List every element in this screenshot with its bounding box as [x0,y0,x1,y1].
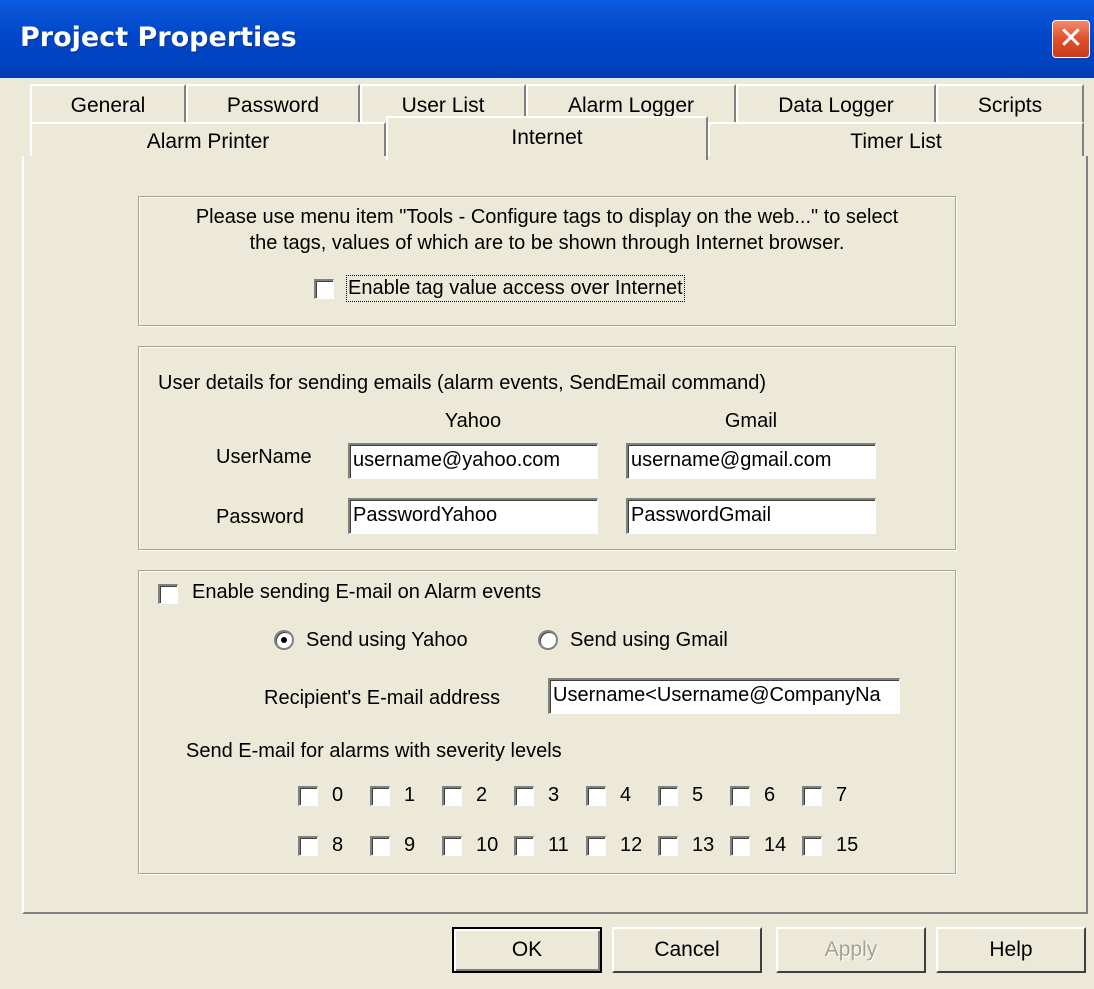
severity-0-label: 0 [332,784,344,806]
gmail-column-header: Gmail [724,410,778,432]
severity-8-label: 8 [332,834,344,856]
send-yahoo-radio[interactable] [274,630,294,650]
severity-3-checkbox[interactable] [514,786,534,806]
severity-13-label: 13 [692,834,715,856]
severity-2-label: 2 [476,784,488,806]
severity-2-checkbox[interactable] [442,786,462,806]
cancel-button[interactable]: Cancel [612,927,762,973]
severity-15-label: 15 [836,834,859,856]
severity-12-label: 12 [620,834,643,856]
recipient-label: Recipient's E-mail address [264,687,501,709]
severity-7-checkbox[interactable] [802,786,822,806]
severity-1-label: 1 [404,784,416,806]
apply-button[interactable]: Apply [776,927,926,973]
severity-9-label: 9 [404,834,416,856]
severity-7-label: 7 [836,784,848,806]
severity-6-label: 6 [764,784,776,806]
severity-9-checkbox[interactable] [370,836,390,856]
severity-6-checkbox[interactable] [730,786,750,806]
close-button[interactable]: ✕ [1052,20,1090,58]
severity-11-checkbox[interactable] [514,836,534,856]
severity-5-label: 5 [692,784,704,806]
tab-password[interactable]: Password [186,84,360,124]
severity-14-checkbox[interactable] [730,836,750,856]
severity-10-label: 10 [476,834,499,856]
gmail-password-input[interactable]: PasswordGmail [626,498,876,534]
severity-10-checkbox[interactable] [442,836,462,856]
send-gmail-label[interactable]: Send using Gmail [570,629,728,652]
send-yahoo-label[interactable]: Send using Yahoo [306,629,468,652]
yahoo-column-header: Yahoo [444,410,502,432]
alarm-email-group [138,570,956,874]
username-label: UserName [216,446,312,468]
yahoo-username-input[interactable]: username@yahoo.com [348,443,598,479]
severity-1-checkbox[interactable] [370,786,390,806]
ok-button[interactable]: OK [452,927,602,973]
severity-3-label: 3 [548,784,560,806]
tab-data-logger[interactable]: Data Logger [736,84,936,124]
severity-label: Send E-mail for alarms with severity lev… [186,740,562,762]
enable-alarm-email-checkbox[interactable] [158,584,178,604]
severity-11-label: 11 [548,834,569,856]
radio-selected-dot [281,637,287,643]
window-title: Project Properties [20,22,297,53]
recipient-input[interactable]: Username<Username@CompanyNa [548,678,900,714]
tab-scripts[interactable]: Scripts [936,84,1084,124]
tab-alarm-printer[interactable]: Alarm Printer [30,122,386,158]
title-bar: Project Properties ✕ [0,0,1094,78]
gmail-username-input[interactable]: username@gmail.com [626,443,876,479]
enable-alarm-email-label[interactable]: Enable sending E-mail on Alarm events [192,581,541,604]
send-gmail-radio[interactable] [538,630,558,650]
severity-15-checkbox[interactable] [802,836,822,856]
tab-internet[interactable]: Internet [386,116,708,160]
severity-13-checkbox[interactable] [658,836,678,856]
tab-timer-list[interactable]: Timer List [708,122,1084,158]
severity-8-checkbox[interactable] [298,836,318,856]
severity-14-label: 14 [764,834,787,856]
severity-0-checkbox[interactable] [298,786,318,806]
close-icon: ✕ [1058,21,1084,56]
severity-4-checkbox[interactable] [586,786,606,806]
severity-4-label: 4 [620,784,632,806]
help-button[interactable]: Help [936,927,1086,973]
yahoo-password-input[interactable]: PasswordYahoo [348,498,598,534]
web-info-line1: Please use menu item "Tools - Configure … [195,206,899,228]
password-label: Password [216,506,304,528]
severity-12-checkbox[interactable] [586,836,606,856]
tab-general[interactable]: General [30,84,186,124]
severity-5-checkbox[interactable] [658,786,678,806]
email-users-heading: User details for sending emails (alarm e… [158,372,767,394]
enable-web-access-checkbox[interactable] [314,279,334,299]
enable-web-access-label[interactable]: Enable tag value access over Internet [346,275,685,302]
web-info-line2: the tags, values of which are to be show… [249,232,845,254]
